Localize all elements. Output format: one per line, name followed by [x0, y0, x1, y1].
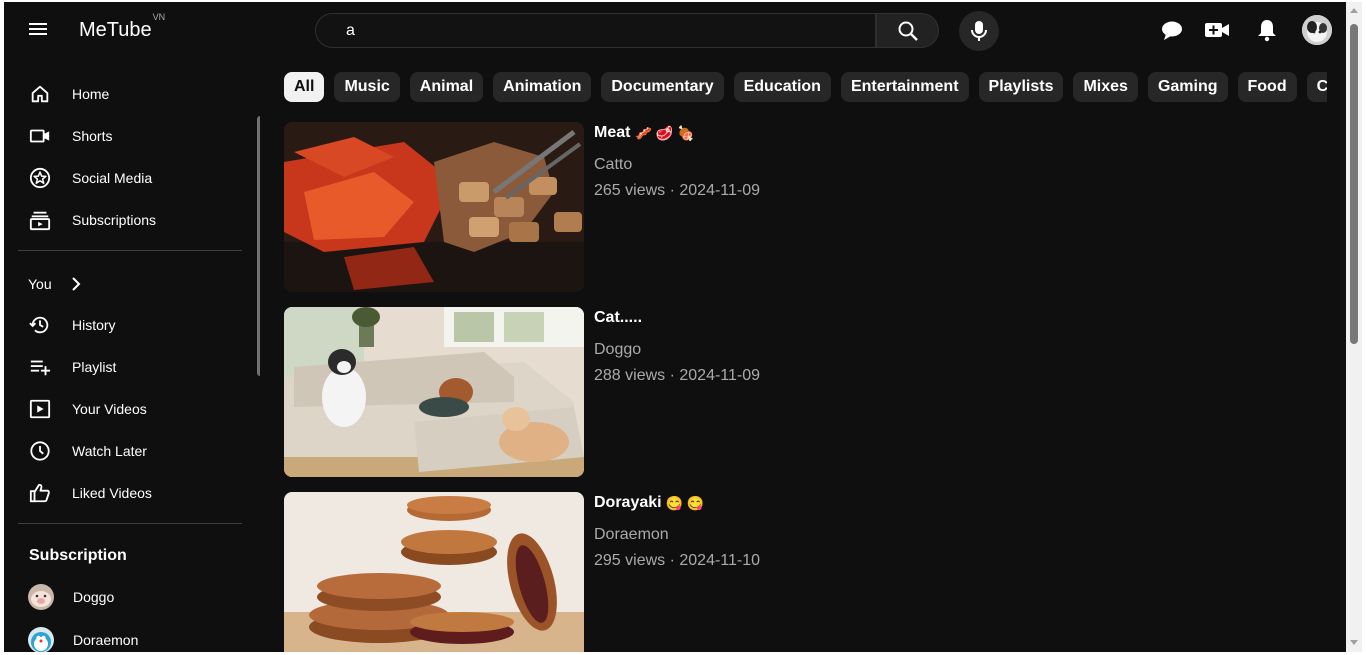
scroll-up-icon[interactable]: [1350, 8, 1358, 13]
sidebar-item-liked-videos[interactable]: Liked Videos: [18, 473, 242, 513]
sidebar-item-label: Subscriptions: [72, 212, 157, 228]
logo-region: VN: [152, 12, 166, 23]
video-title[interactable]: Cat.....: [594, 309, 760, 327]
sidebar-item-social-media[interactable]: Social Media: [18, 158, 242, 198]
sidebar-scrollbar[interactable]: [257, 116, 260, 376]
chevron-right-icon: [68, 276, 84, 292]
subscription-label: Doraemon: [73, 632, 139, 648]
mic-icon: [971, 21, 987, 41]
video-meta: 288 views · 2024-11-09: [594, 367, 761, 384]
scrollbar-thumb[interactable]: [1350, 24, 1358, 344]
subscriptions-icon: [28, 208, 52, 232]
video-title-text: Cat.....: [594, 309, 643, 326]
chip-food[interactable]: Food: [1237, 72, 1297, 102]
video-thumbnail[interactable]: [284, 307, 584, 477]
subscription-heading: Subscription: [29, 547, 127, 564]
voice-search-button[interactable]: [959, 11, 999, 51]
playlist-add-icon: [28, 355, 52, 379]
category-chips: All Music Animal Animation Documentary E…: [284, 72, 1327, 104]
history-icon: [28, 313, 52, 337]
sidebar: Home Shorts Social Media Subscriptions Y…: [4, 58, 260, 652]
logo-text: MeTube: [79, 19, 152, 41]
sidebar-item-playlist[interactable]: Playlist: [18, 347, 242, 387]
video-title-emojis: 😋 😋: [665, 494, 705, 511]
create-video-icon[interactable]: [1204, 17, 1230, 43]
video-title[interactable]: Meat 🥓 🥩 🍖: [594, 124, 760, 142]
sidebar-divider: [18, 250, 242, 251]
page-scrollbar[interactable]: [1346, 2, 1362, 652]
sidebar-item-label: Shorts: [72, 128, 113, 144]
channel-avatar: [28, 627, 54, 652]
sidebar-item-label: History: [72, 317, 116, 333]
video-thumbnail[interactable]: [284, 122, 584, 292]
sidebar-item-label: Liked Videos: [72, 485, 152, 501]
sidebar-item-label: Your Videos: [72, 401, 147, 417]
sidebar-item-label: Watch Later: [72, 443, 147, 459]
chat-icon[interactable]: [1159, 17, 1185, 43]
video-item[interactable]: Cat..... Doggo 288 views · 2024-11-09: [284, 307, 1084, 477]
sidebar-divider: [18, 523, 242, 524]
chip-animal[interactable]: Animal: [409, 72, 484, 102]
sidebar-you-header[interactable]: You: [28, 272, 84, 296]
video-title[interactable]: Dorayaki 😋 😋: [594, 494, 760, 512]
shorts-icon: [28, 124, 52, 148]
avatar[interactable]: [1302, 15, 1332, 45]
sidebar-subscription-doggo[interactable]: Doggo: [18, 577, 242, 617]
sidebar-item-your-videos[interactable]: Your Videos: [18, 389, 242, 429]
chip-truncated[interactable]: C: [1306, 72, 1327, 102]
search-icon: [898, 21, 918, 41]
search-input[interactable]: a: [315, 13, 876, 48]
menu-icon[interactable]: [26, 17, 50, 41]
sidebar-item-shorts[interactable]: Shorts: [18, 116, 242, 156]
clock-icon: [28, 439, 52, 463]
video-meta: 265 views · 2024-11-09: [594, 182, 761, 199]
you-label: You: [28, 276, 52, 292]
video-channel[interactable]: Doggo: [594, 341, 760, 359]
sidebar-item-subscriptions[interactable]: Subscriptions: [18, 200, 242, 240]
video-channel[interactable]: Doraemon: [594, 526, 760, 544]
video-title-text: Dorayaki: [594, 494, 662, 511]
scroll-down-icon[interactable]: [1350, 640, 1358, 645]
star-icon: [28, 166, 52, 190]
chip-education[interactable]: Education: [733, 72, 831, 102]
logo[interactable]: MeTubeVN: [79, 12, 165, 42]
chip-entertainment[interactable]: Entertainment: [840, 72, 969, 102]
chip-gaming[interactable]: Gaming: [1147, 72, 1228, 102]
video-info: Cat..... Doggo 288 views · 2024-11-09: [594, 309, 760, 385]
top-bar: MeTubeVN a: [4, 2, 1346, 58]
search-button[interactable]: [876, 13, 939, 48]
video-info: Meat 🥓 🥩 🍖 Catto 265 views · 2024-11-09: [594, 124, 760, 200]
app-window: MeTubeVN a Home Shorts Social Media Subs…: [4, 2, 1346, 652]
video-title-text: Meat: [594, 124, 631, 141]
chip-mixes[interactable]: Mixes: [1073, 72, 1138, 102]
sidebar-item-watch-later[interactable]: Watch Later: [18, 431, 242, 471]
bell-icon[interactable]: [1254, 17, 1280, 43]
sidebar-item-label: Playlist: [72, 359, 117, 375]
sidebar-subscription-doraemon[interactable]: Doraemon: [18, 620, 242, 652]
home-icon: [28, 82, 52, 106]
sidebar-item-label: Home: [72, 86, 110, 102]
subscription-label: Doggo: [73, 589, 115, 605]
video-channel[interactable]: Catto: [594, 156, 760, 174]
search-value: a: [346, 21, 355, 39]
chip-music[interactable]: Music: [334, 72, 400, 102]
thumbs-up-icon: [28, 481, 52, 505]
video-title-emojis: 🥓 🥩 🍖: [634, 124, 695, 141]
chip-all[interactable]: All: [284, 72, 325, 102]
video-item[interactable]: Dorayaki 😋 😋 Doraemon 295 views · 2024-11…: [284, 492, 1084, 652]
sidebar-item-home[interactable]: Home: [18, 74, 242, 114]
channel-avatar: [28, 584, 54, 610]
sidebar-item-history[interactable]: History: [18, 305, 242, 345]
video-thumbnail[interactable]: [284, 492, 584, 652]
chip-documentary[interactable]: Documentary: [601, 72, 724, 102]
video-info: Dorayaki 😋 😋 Doraemon 295 views · 2024-11…: [594, 494, 760, 570]
video-meta: 295 views · 2024-11-10: [594, 552, 761, 569]
sidebar-item-label: Social Media: [72, 170, 153, 186]
video-item[interactable]: Meat 🥓 🥩 🍖 Catto 265 views · 2024-11-09: [284, 122, 1084, 292]
your-videos-icon: [28, 397, 52, 421]
chip-animation[interactable]: Animation: [493, 72, 592, 102]
chip-playlists[interactable]: Playlists: [978, 72, 1064, 102]
